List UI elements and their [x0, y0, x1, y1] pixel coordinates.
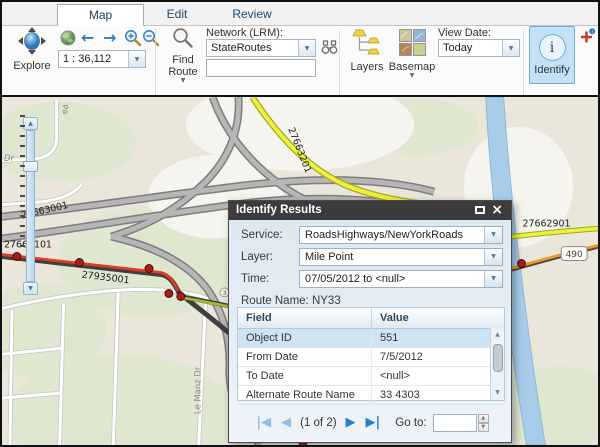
spinner-down-icon[interactable]: ▼	[478, 423, 489, 432]
dialog-title-bar[interactable]: Identify Results ×	[229, 201, 511, 220]
find-route-icon	[172, 27, 194, 54]
next-page-button[interactable]: ▶	[346, 415, 356, 431]
svg-text:490: 490	[566, 250, 583, 260]
page-indicator: (1 of 2)	[300, 417, 336, 429]
time-combobox[interactable]: 07/05/2012 to <null> ▼	[299, 270, 503, 288]
scale-value: 1 : 36,112	[59, 51, 128, 67]
back-arrow-icon[interactable]: ←	[81, 30, 94, 46]
street-label: Le Manz Dr	[193, 366, 203, 414]
route-search-value	[207, 64, 210, 76]
last-page-button[interactable]: ▶|	[366, 415, 381, 431]
globe-icon[interactable]	[60, 30, 76, 51]
layer-value: Mile Point	[300, 249, 484, 265]
chevron-down-icon[interactable]: ▼	[484, 227, 502, 243]
basemap-icon	[399, 29, 426, 61]
street-label: Dr	[4, 153, 14, 163]
network-lrm-label: Network (LRM):	[206, 27, 283, 39]
map-view[interactable]: 3 490 27663001 27663101 27935001 2766320…	[2, 95, 598, 447]
zoom-slider-down-button[interactable]: ▼	[23, 282, 38, 295]
find-route-button[interactable]: Find Route ▼	[162, 26, 204, 84]
chevron-down-icon[interactable]: ▼	[502, 40, 519, 56]
layers-button[interactable]: Layers	[346, 28, 388, 82]
tab-edit[interactable]: Edit	[142, 4, 212, 25]
tab-review[interactable]: Review	[212, 4, 292, 25]
explore-icon	[16, 27, 48, 60]
layer-label: Layer:	[241, 248, 273, 266]
street-label: Pa	[60, 104, 72, 115]
service-value: RoadsHighways/NewYorkRoads	[300, 227, 484, 243]
forward-arrow-icon[interactable]: →	[103, 30, 116, 46]
first-page-button[interactable]: |◀	[256, 415, 271, 431]
identify-route-characteristics-icon[interactable]: i	[579, 28, 596, 50]
svg-text:i: i	[592, 29, 593, 35]
identify-results-dialog: Identify Results × Service: RoadsHighway…	[228, 200, 512, 443]
explore-label: Explore	[13, 60, 50, 72]
ribbon-tab-bar: Map Edit Review	[2, 2, 598, 26]
binoculars-icon[interactable]	[321, 40, 338, 60]
pagination-bar: |◀ ◀ (1 of 2) ▶ ▶| Go to: ▲ ▼	[229, 407, 511, 439]
svg-text:3: 3	[222, 289, 226, 297]
goto-spinner[interactable]: ▲ ▼	[478, 414, 489, 432]
attribute-table: Field Value Object ID 551 From Date 7/5/…	[237, 307, 505, 401]
explore-button[interactable]: Explore	[6, 26, 58, 82]
tab-map[interactable]: Map	[57, 4, 144, 27]
route-search-input[interactable]	[206, 59, 316, 77]
scrollbar-thumb[interactable]	[493, 344, 503, 372]
scale-combobox[interactable]: 1 : 36,112 ▼	[58, 50, 146, 68]
table-row[interactable]: Object ID 551	[238, 329, 504, 348]
zoom-out-icon[interactable]	[142, 29, 160, 52]
identify-button[interactable]: i Identify	[529, 26, 575, 84]
route-shield-490: 490	[561, 247, 587, 261]
zoom-slider-track[interactable]	[26, 130, 35, 282]
scroll-up-icon[interactable]: ▲	[491, 329, 504, 341]
route-label: 27662901	[523, 219, 571, 230]
identify-icon: i	[539, 34, 566, 61]
table-header-value: Value	[372, 308, 504, 328]
view-date-label: View Date:	[438, 27, 491, 39]
dialog-title: Identify Results	[236, 204, 322, 216]
scroll-down-icon[interactable]: ▼	[491, 387, 504, 399]
zoom-in-icon[interactable]	[124, 29, 142, 52]
table-row[interactable]: From Date 7/5/2012	[238, 348, 504, 367]
view-date-value: Today	[439, 40, 502, 56]
table-scrollbar[interactable]: ▲ ▼	[490, 328, 504, 400]
app-window: Map Edit Review Explore	[0, 0, 600, 447]
close-icon[interactable]: ×	[491, 201, 503, 220]
previous-page-button[interactable]: ◀	[281, 415, 291, 431]
zoom-slider-ticks	[20, 115, 25, 255]
chevron-down-icon[interactable]: ▼	[298, 40, 315, 56]
identify-label: Identify	[534, 64, 569, 76]
table-header-row: Field Value	[238, 308, 504, 329]
table-row[interactable]: To Date <null>	[238, 367, 504, 386]
time-label: Time:	[241, 270, 269, 288]
network-lrm-combobox[interactable]: StateRoutes ▼	[206, 39, 316, 57]
goto-page-input[interactable]	[433, 414, 477, 432]
layers-icon	[352, 29, 382, 61]
layers-label: Layers	[350, 61, 383, 73]
layer-combobox[interactable]: Mile Point ▼	[299, 248, 503, 266]
chevron-down-icon[interactable]: ▼	[128, 51, 145, 67]
find-route-label-1: Find	[172, 54, 193, 66]
service-label: Service:	[241, 226, 283, 244]
ribbon-body: Explore ← →	[2, 26, 598, 95]
zoom-slider-up-button[interactable]: ▲	[23, 117, 38, 130]
maximize-icon[interactable]	[475, 206, 485, 214]
chevron-down-icon[interactable]: ▼	[484, 271, 502, 287]
table-row[interactable]: Alternate Route Name 33 4303	[238, 386, 504, 405]
ribbon: Map Edit Review Explore	[2, 2, 598, 95]
basemap-button[interactable]: Basemap ▼	[388, 28, 436, 92]
service-combobox[interactable]: RoadsHighways/NewYorkRoads ▼	[299, 226, 503, 244]
spinner-up-icon[interactable]: ▲	[478, 414, 489, 423]
chevron-down-icon: ▼	[181, 78, 186, 84]
view-date-combobox[interactable]: Today ▼	[438, 39, 520, 57]
goto-label: Go to:	[395, 417, 426, 429]
network-lrm-value: StateRoutes	[207, 40, 298, 56]
table-header-field: Field	[238, 308, 372, 328]
time-value: 07/05/2012 to <null>	[300, 271, 484, 287]
chevron-down-icon[interactable]: ▼	[484, 249, 502, 265]
chevron-down-icon: ▼	[410, 73, 415, 79]
zoom-slider-thumb[interactable]	[23, 161, 38, 172]
